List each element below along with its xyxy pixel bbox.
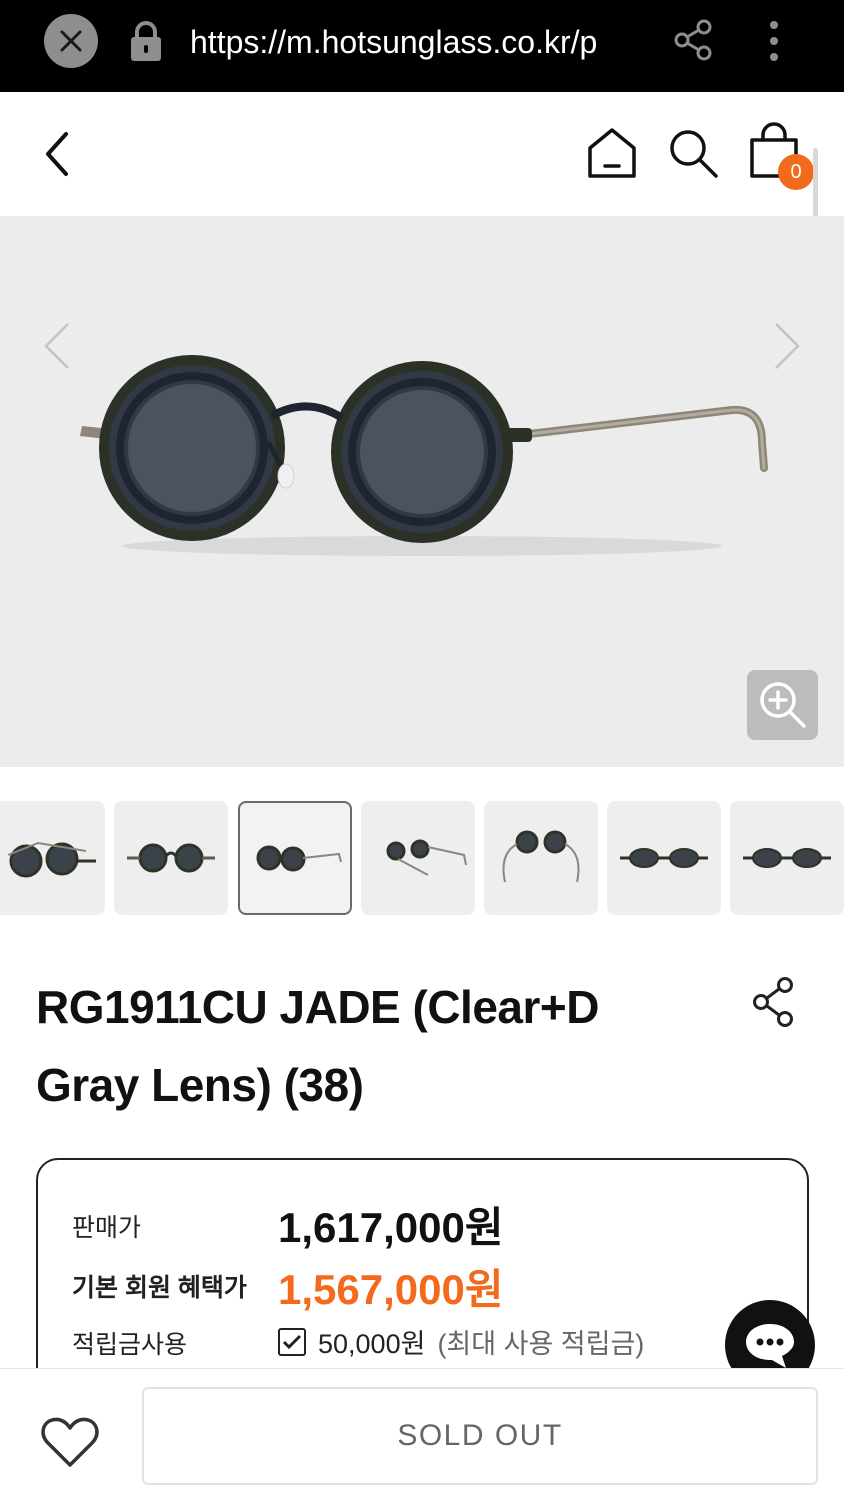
sold-out-button[interactable]: SOLD OUT	[142, 1387, 818, 1485]
share-icon[interactable]	[752, 976, 796, 1028]
chevron-left-icon[interactable]	[42, 320, 72, 372]
check-icon	[282, 1334, 302, 1349]
heart-icon[interactable]	[40, 1415, 100, 1469]
points-label: 적립금사용	[72, 1331, 188, 1359]
product-page: https://m.hotsunglass.co.kr/p 0 RG1911CU…	[0, 0, 844, 1500]
bottom-action-bar: SOLD OUT	[0, 1368, 844, 1500]
sale-price-value: 1,617,000원	[278, 1204, 504, 1251]
member-price-label: 기본 회원 혜택가	[72, 1274, 247, 1302]
thumbnail-strip	[0, 801, 844, 917]
cart-count-badge: 0	[778, 154, 814, 190]
search-icon[interactable]	[664, 126, 722, 182]
thumbnail[interactable]	[361, 801, 475, 915]
chevron-right-icon[interactable]	[772, 320, 802, 372]
product-title: RG1911CU JADE (Clear+D Gray Lens) (38)	[36, 968, 716, 1124]
share-icon[interactable]	[672, 18, 716, 62]
thumbnail-active[interactable]	[238, 801, 352, 915]
more-vertical-icon[interactable]	[760, 18, 788, 64]
points-value: 50,000원	[318, 1329, 426, 1359]
sale-price-label: 판매가	[72, 1214, 142, 1242]
home-icon[interactable]	[584, 126, 640, 180]
zoom-button[interactable]	[747, 670, 818, 740]
close-icon[interactable]	[44, 14, 98, 68]
thumbnail[interactable]	[607, 801, 721, 915]
points-note: (최대 사용 적립금)	[437, 1329, 645, 1359]
member-price-value: 1,567,000원	[278, 1266, 504, 1313]
product-title-line-1: RG1911CU JADE (Clear+D	[36, 981, 599, 1033]
points-checkbox[interactable]	[278, 1327, 306, 1356]
zoom-in-icon	[759, 682, 806, 728]
app-header: 0	[0, 92, 844, 328]
lock-icon	[131, 21, 161, 61]
points-row: 50,000원 (최대 사용 적립금)	[278, 1322, 644, 1361]
browser-toolbar: https://m.hotsunglass.co.kr/p	[0, 0, 844, 92]
product-title-line-2: Gray Lens) (38)	[36, 1059, 364, 1111]
thumbnail[interactable]	[730, 801, 844, 915]
chat-bubble-icon	[746, 1324, 794, 1368]
thumbnail[interactable]	[484, 801, 598, 915]
thumbnail[interactable]	[114, 801, 228, 915]
back-icon[interactable]	[38, 128, 78, 180]
thumbnail[interactable]	[0, 801, 105, 915]
product-image	[80, 355, 768, 556]
url-bar[interactable]: https://m.hotsunglass.co.kr/p	[190, 20, 642, 64]
product-image-gallery[interactable]	[0, 216, 844, 767]
